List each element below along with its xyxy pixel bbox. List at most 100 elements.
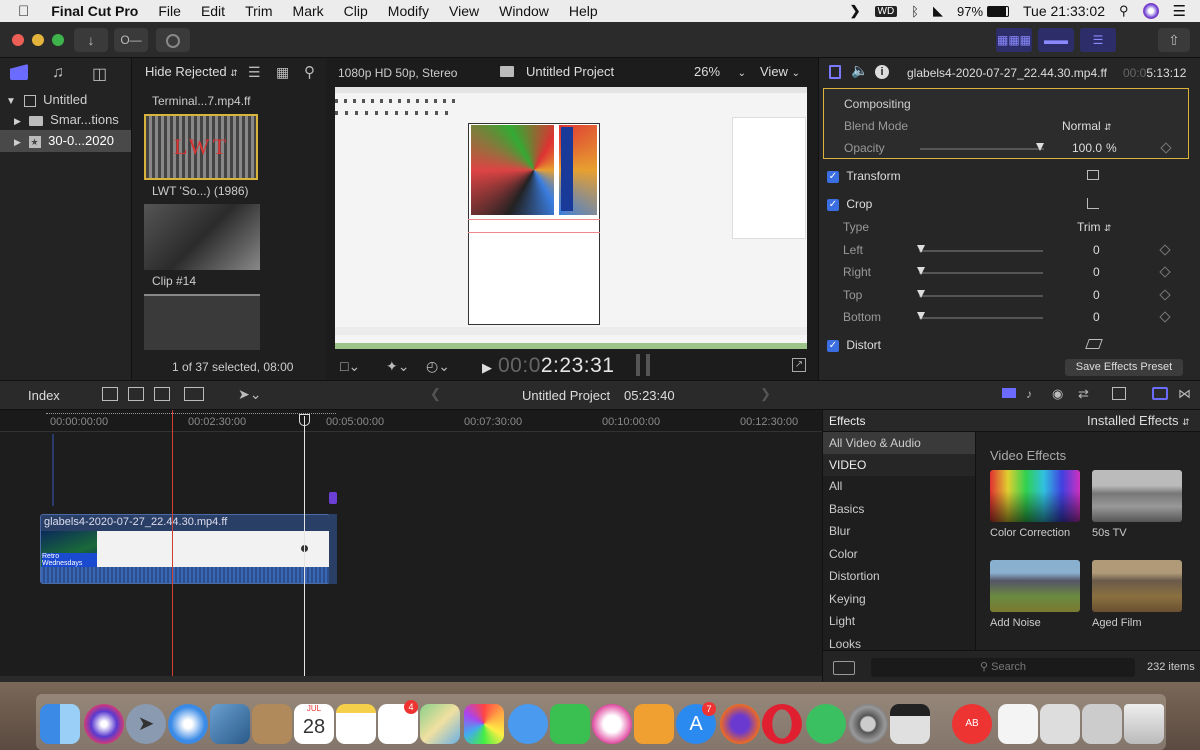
index-button[interactable]: Index <box>28 388 60 403</box>
photos-icon[interactable] <box>464 704 504 744</box>
photos-audio-icon[interactable]: ♫ <box>52 64 64 82</box>
wifi-icon[interactable]: ◣ <box>933 3 943 19</box>
menu-edit[interactable]: Edit <box>201 3 225 19</box>
crop-left-slider[interactable] <box>919 250 1043 252</box>
append-clip-button[interactable] <box>154 387 170 401</box>
crop-top-slider[interactable] <box>919 295 1043 297</box>
clip-label[interactable]: Clip #14 <box>152 274 196 288</box>
disclosure-closed-icon[interactable]: ▶ <box>14 137 21 147</box>
battery-percent[interactable]: 97% <box>957 4 983 19</box>
compositing-section[interactable]: Compositing Blend Mode Normal ⇵ Opacity … <box>823 88 1189 159</box>
final-cut-pro-icon[interactable] <box>890 704 930 744</box>
view-popup[interactable]: View ⌄ <box>760 64 800 79</box>
show-browser-button[interactable]: ▦▦▦ <box>996 28 1032 52</box>
library-item-smart-collections[interactable]: ▶ Smar...tions <box>14 110 132 130</box>
document-icon[interactable] <box>998 704 1038 744</box>
import-button[interactable]: ↓ <box>74 28 108 52</box>
clock[interactable]: Tue 21:33:02 <box>1023 3 1105 19</box>
preview-icon[interactable] <box>210 704 250 744</box>
crop-left-value[interactable]: 0 <box>1093 239 1100 261</box>
opacity-slider[interactable] <box>920 148 1044 150</box>
effects-category-all-video-audio[interactable]: All Video & Audio <box>823 432 975 454</box>
play-button[interactable]: ▶ <box>482 360 492 376</box>
show-timeline-button[interactable]: ▬▬ <box>1038 28 1074 52</box>
filmstrip-view-icon[interactable]: ▦ <box>276 64 289 81</box>
libraries-icon[interactable] <box>10 64 28 80</box>
crop-bottom-value[interactable]: 0 <box>1093 306 1100 328</box>
zoom-window-button[interactable] <box>52 34 64 46</box>
keyframe-icon[interactable] <box>1159 311 1171 323</box>
filter-popup[interactable]: Hide Rejected ⇵ <box>145 64 238 79</box>
distort-checkbox[interactable]: ✓ <box>827 339 839 352</box>
skimming-icon[interactable] <box>1002 388 1016 398</box>
menu-file[interactable]: File <box>158 3 181 19</box>
menu-view[interactable]: View <box>449 3 479 19</box>
timeline-clip[interactable]: glabels4-2020-07-27_22.44.30.mp4.ff Retr… <box>40 514 330 584</box>
crop-onscreen-icon[interactable] <box>1087 198 1099 209</box>
audio-skimming-icon[interactable]: ♪ <box>1026 387 1032 401</box>
effects-category-blur[interactable]: Blur <box>823 520 975 542</box>
effects-browser-icon[interactable] <box>1152 387 1168 400</box>
clip-thumbnail-selected[interactable]: LWT <box>144 114 258 180</box>
books-icon[interactable] <box>634 704 674 744</box>
battery-icon[interactable] <box>987 5 1010 17</box>
maps-icon[interactable] <box>420 704 460 744</box>
menu-help[interactable]: Help <box>569 3 598 19</box>
menu-mark[interactable]: Mark <box>293 3 324 19</box>
effects-tool-button[interactable]: ✦⌄ <box>386 358 409 375</box>
transform-checkbox[interactable]: ✓ <box>827 170 839 183</box>
insert-clip-button[interactable] <box>128 387 144 401</box>
clip-label[interactable]: LWT 'So...) (1986) <box>152 184 249 198</box>
history-back-icon[interactable]: ❮ <box>430 386 441 402</box>
menu-trim[interactable]: Trim <box>245 3 272 19</box>
effects-category-basics[interactable]: Basics <box>823 498 975 520</box>
keyframe-icon[interactable] <box>1159 289 1171 301</box>
keywords-button[interactable]: O— <box>114 28 148 52</box>
clip-label[interactable]: Terminal...7.mp4.ff <box>152 94 250 108</box>
clip-appearance-icon[interactable] <box>1112 387 1126 400</box>
crop-checkbox[interactable]: ✓ <box>827 198 839 211</box>
opacity-value[interactable]: 100.0 <box>1072 137 1102 159</box>
keyframe-icon[interactable] <box>1159 266 1171 278</box>
menu-clip[interactable]: Clip <box>344 3 368 19</box>
finder-icon[interactable] <box>40 704 80 744</box>
crop-type-popup[interactable]: Trim ⇵ <box>1077 216 1111 239</box>
crop-bottom-slider[interactable] <box>919 317 1043 319</box>
save-effects-preset-button[interactable]: Save Effects Preset <box>1065 359 1183 376</box>
clip-thumbnail[interactable] <box>144 204 260 270</box>
blend-mode-popup[interactable]: Normal ⇵ <box>1062 115 1112 138</box>
speed-tool-button[interactable]: ◴⌄ <box>426 358 450 375</box>
video-inspector-tab[interactable] <box>829 65 841 79</box>
timeline[interactable]: 00:00:00:00 00:02:30:00 00:05:00:00 00:0… <box>0 410 822 682</box>
history-forward-icon[interactable]: ❯ <box>760 386 771 402</box>
whatsapp-icon[interactable] <box>806 704 846 744</box>
menu-modify[interactable]: Modify <box>388 3 429 19</box>
transitions-browser-icon[interactable]: ⋈ <box>1178 386 1191 402</box>
snapping-icon[interactable]: ⇄ <box>1078 386 1089 402</box>
effects-sidebar-toggle-icon[interactable] <box>833 661 855 675</box>
downloads-stack-icon[interactable] <box>1082 704 1122 744</box>
effect-thumb-50s-tv[interactable] <box>1092 470 1182 522</box>
library-root[interactable]: ▼ Untitled <box>6 90 132 110</box>
effects-category-keying[interactable]: Keying <box>823 588 975 610</box>
spotlight-search-icon[interactable]: ⚲ <box>1119 3 1129 19</box>
effect-thumb-aged-film[interactable] <box>1092 560 1182 612</box>
show-inspector-button[interactable]: ☰ <box>1080 28 1116 52</box>
playhead-line[interactable] <box>304 416 305 682</box>
keyframe-icon[interactable] <box>1159 244 1171 256</box>
overwrite-clip-button[interactable] <box>184 387 204 401</box>
info-inspector-tab[interactable]: i <box>875 65 889 79</box>
library-item-event[interactable]: ▶ ★ 30-0...2020 <box>0 130 131 152</box>
notes-icon[interactable] <box>336 704 376 744</box>
facetime-icon[interactable] <box>550 704 590 744</box>
launchpad-icon[interactable]: ➤ <box>126 704 166 744</box>
effect-thumb-add-noise[interactable] <box>990 560 1080 612</box>
notification-center-icon[interactable]: ☰ <box>1173 2 1186 20</box>
menu-window[interactable]: Window <box>499 3 549 19</box>
safari-icon[interactable] <box>168 704 208 744</box>
connect-clip-button[interactable] <box>102 387 118 401</box>
timeline-range-end-marker[interactable] <box>329 492 337 504</box>
crop-right-slider[interactable] <box>919 272 1043 274</box>
fullscreen-icon[interactable]: ↗ <box>792 358 806 372</box>
siri-icon[interactable] <box>84 704 124 744</box>
